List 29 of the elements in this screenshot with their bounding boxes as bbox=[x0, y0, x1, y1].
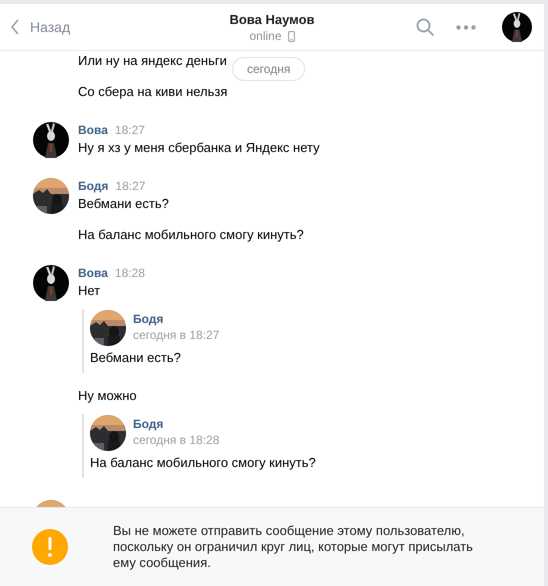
message-text: Ну можно bbox=[78, 387, 138, 405]
message-text: Или ну на яндекс деньги bbox=[78, 52, 228, 70]
message-text: На баланс мобильного смогу кинуть? bbox=[78, 226, 304, 244]
chat-title: Вова Наумов bbox=[229, 11, 315, 28]
author-name[interactable]: Бодя bbox=[133, 311, 220, 327]
message-time: 18:27 bbox=[115, 178, 146, 195]
notice-text: Вы не можете отправить сообщение этому пользователю, поскольку он ограничил круг лиц, которые могут присылать ему сообщения. bbox=[113, 523, 474, 571]
warning-icon bbox=[32, 529, 68, 565]
message-text: Ну я хз у меня сбербанка и Яндекс нету bbox=[78, 139, 320, 157]
message-time: 18:27 bbox=[114, 122, 145, 139]
search-icon[interactable] bbox=[416, 18, 434, 36]
message-time: сегодня в 18:28 bbox=[133, 432, 220, 448]
message-text: На баланс мобильного смогу кинуть? bbox=[90, 454, 316, 472]
author-name[interactable]: Бодя bbox=[78, 178, 108, 195]
online-status: online bbox=[249, 28, 282, 44]
message-text: Нет bbox=[78, 282, 102, 300]
message-text: Вебмани есть? bbox=[90, 349, 182, 367]
author-name[interactable]: Вова bbox=[78, 265, 108, 282]
message-time: 18:28 bbox=[114, 265, 145, 282]
message-time: сегодня в 18:27 bbox=[133, 327, 220, 343]
author-name[interactable]: Вова bbox=[78, 122, 108, 139]
more-icon[interactable] bbox=[456, 24, 476, 30]
message-text: Вебмани есть? bbox=[78, 195, 170, 213]
author-name[interactable]: Бодя bbox=[133, 416, 220, 432]
message-text: Со сбера на киви нельзя bbox=[78, 83, 228, 101]
back-button[interactable]: Назад bbox=[10, 19, 70, 35]
back-chevron-icon[interactable] bbox=[10, 19, 20, 35]
date-pill: сегодня bbox=[232, 57, 306, 81]
phone-icon bbox=[288, 30, 295, 42]
